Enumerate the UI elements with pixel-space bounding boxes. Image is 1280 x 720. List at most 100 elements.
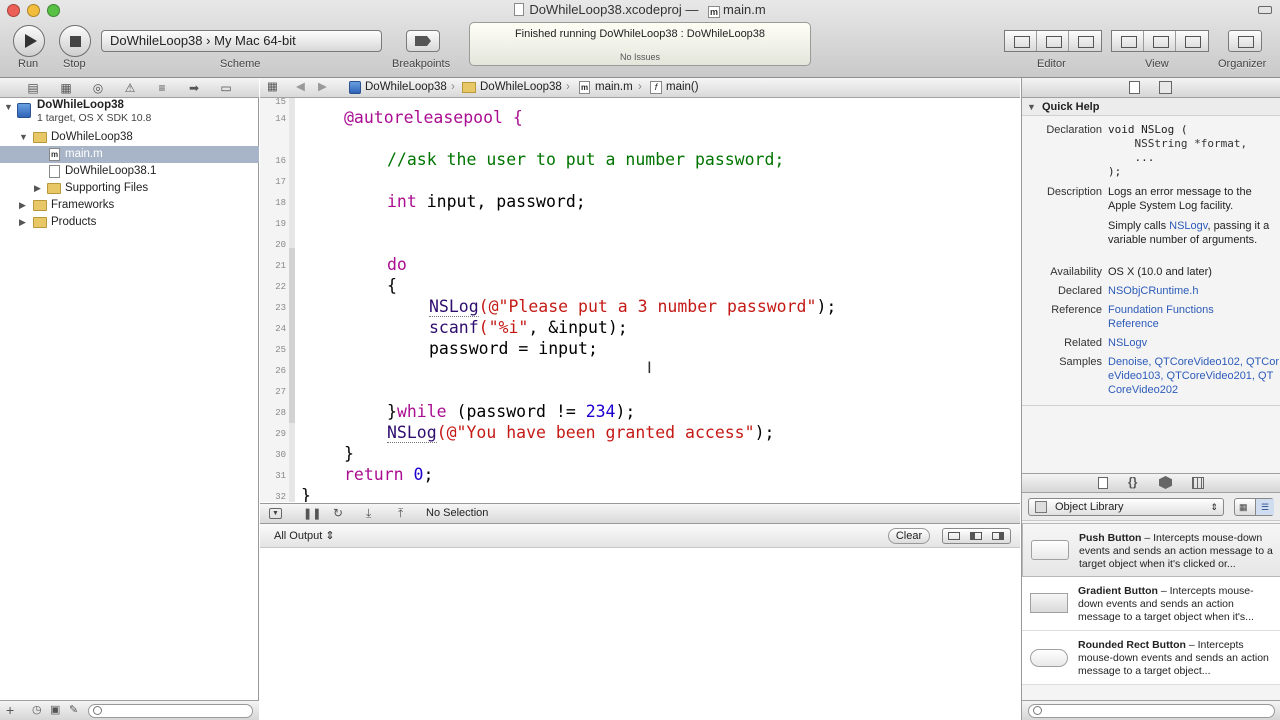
source-editor[interactable]: @autoreleasepool { //ask the user to put… [295,98,1020,502]
scheme-destination: My Mac 64-bit [214,33,296,48]
disclosure-open-icon[interactable]: ▼ [1027,98,1036,116]
breakpoints-button[interactable] [406,30,440,52]
tree-item-group[interactable]: ▼ DoWhileLoop38 [0,129,259,146]
library-item-rounded-rect-button[interactable]: Rounded Rect Button – Intercepts mouse-d… [1022,631,1280,685]
output-filter-select[interactable]: All Output ⇕ [274,529,335,542]
library-item-gradient-button[interactable]: Gradient Button – Intercepts mouse-down … [1022,577,1280,631]
library-filter-input[interactable] [1028,704,1275,718]
utilities-toggle-icon[interactable] [1176,31,1208,51]
back-icon[interactable]: ◀ [296,78,305,97]
hide-debug-area-icon[interactable]: ▼ [269,508,282,519]
project-row[interactable]: ▼ DoWhileLoop38 1 target, OS X SDK 10.8 [0,99,259,129]
fullscreen-icon[interactable] [1258,6,1272,14]
samples-links[interactable]: Denoise, QTCoreVideo102, QTCoreVideo103,… [1108,355,1280,397]
list-view-icon[interactable]: ☰ [1255,499,1274,515]
debug-icon[interactable]: ≡ [155,81,169,95]
code-text: input, password; [416,192,586,211]
disclosure-closed-icon[interactable]: ▶ [19,214,29,231]
disclosure-open-icon[interactable]: ▼ [4,99,14,116]
navigator-filter-input[interactable] [88,704,253,718]
quick-help-icon[interactable] [1159,81,1172,94]
breadcrumb-function[interactable]: main() [666,78,699,97]
version-editor-icon[interactable] [1069,31,1101,51]
close-brace: } [387,402,397,421]
stop-button[interactable] [59,25,91,57]
standard-editor-icon[interactable] [1005,31,1037,51]
assistant-editor-icon[interactable] [1037,31,1069,51]
step-into-icon[interactable]: ⤓ [366,506,371,521]
related-items-icon[interactable]: ▦ [267,78,278,97]
scm-icon[interactable]: ▣ [50,703,60,716]
breadcrumb-project[interactable]: DoWhileLoop38 [365,78,447,97]
availability-label: Availability [1050,266,1102,278]
line-number: 30 [275,450,286,460]
organizer-button[interactable] [1228,30,1262,52]
library-view-toggle[interactable]: ▦ ☰ [1234,498,1274,516]
code-snippet-icon[interactable]: {} [1128,475,1137,489]
breadcrumb-file[interactable]: main.m [595,78,633,97]
forward-icon[interactable]: ▶ [318,78,327,97]
edit-icon[interactable]: ✎ [69,703,78,716]
code-string: ("%i" [478,318,529,337]
nslogv-link[interactable]: NSLogv [1169,220,1207,232]
tree-item-main-m[interactable]: m main.m [0,146,259,163]
autoreleasepool-keyword: @autoreleasepool { [344,108,523,127]
library-item-push-button[interactable]: Push Button – Intercepts mouse-down even… [1022,523,1280,577]
debug-area-toggle-icon[interactable] [1144,31,1176,51]
disclosure-closed-icon[interactable]: ▶ [19,197,29,214]
project-subtitle: 1 target, OS X SDK 10.8 [37,112,152,124]
reference-link[interactable]: Foundation Functions Reference [1108,303,1238,331]
scheme-target: DoWhileLoop38 [110,33,203,48]
quick-help-header[interactable]: ▼ Quick Help [1022,98,1280,116]
folder-icon [47,183,61,194]
declaration-line: ); [1108,165,1122,178]
line-number: 16 [275,156,286,166]
step-out-icon[interactable]: ⤒ [398,506,403,521]
console-layout-control[interactable] [942,528,1011,544]
code-comment: //ask the user to put a number password; [387,150,785,169]
step-over-icon[interactable]: ↻ [333,506,343,520]
variables-view-icon[interactable] [948,532,960,540]
recent-icon[interactable]: ◷ [32,703,42,716]
issue-icon[interactable]: ⚠ [123,81,137,95]
view-control[interactable] [1111,30,1209,52]
disclosure-open-icon[interactable]: ▼ [19,129,29,146]
search-icon[interactable]: ◎ [91,81,105,95]
tree-item-frameworks[interactable]: ▶ Frameworks [0,197,259,214]
folder-icon[interactable]: ▤ [26,81,40,95]
split-view-icon[interactable] [970,532,982,540]
breadcrumb-group[interactable]: DoWhileLoop38 [480,78,562,97]
log-icon[interactable]: ▭ [219,81,233,95]
line-number: 15 [275,97,286,107]
scheme-selector[interactable]: DoWhileLoop38 › My Mac 64-bit [101,30,382,52]
media-library-icon[interactable] [1192,477,1204,489]
tree-item-products[interactable]: ▶ Products [0,214,259,231]
object-library-icon[interactable] [1159,476,1172,489]
breakpoint-nav-icon[interactable]: ➡ [187,81,201,95]
run-label: Run [18,58,39,70]
clear-button[interactable]: Clear [888,528,930,544]
project-icon [349,81,361,94]
symbol-icon[interactable]: ▦ [59,81,73,95]
activity-status: Finished running DoWhileLoop38 : DoWhile… [514,28,766,40]
disclosure-closed-icon[interactable]: ▶ [34,180,44,197]
run-button[interactable] [13,25,45,57]
icon-view-icon[interactable]: ▦ [1239,502,1248,513]
console-view-icon[interactable] [992,532,1004,540]
console-output[interactable] [260,548,1020,720]
reference-label: Reference [1051,304,1102,316]
tree-item-manpage[interactable]: DoWhileLoop38.1 [0,163,259,180]
related-link[interactable]: NSLogv [1108,336,1280,350]
code-number: 234 [585,402,616,421]
declared-link[interactable]: NSObjCRuntime.h [1108,284,1280,298]
navigator-toggle-icon[interactable] [1112,31,1144,51]
code-line: int input, password; [387,192,586,211]
tree-item-supporting-files[interactable]: ▶ Supporting Files [0,180,259,197]
editor-mode-control[interactable] [1004,30,1102,52]
pause-icon[interactable]: ❚❚ [303,507,321,520]
library-selector[interactable]: Object Library ⇕ [1028,498,1224,516]
add-icon[interactable]: + [6,702,14,718]
file-inspector-icon[interactable] [1129,81,1140,94]
description-text: Simply calls [1108,220,1170,232]
file-template-icon[interactable] [1098,477,1108,489]
